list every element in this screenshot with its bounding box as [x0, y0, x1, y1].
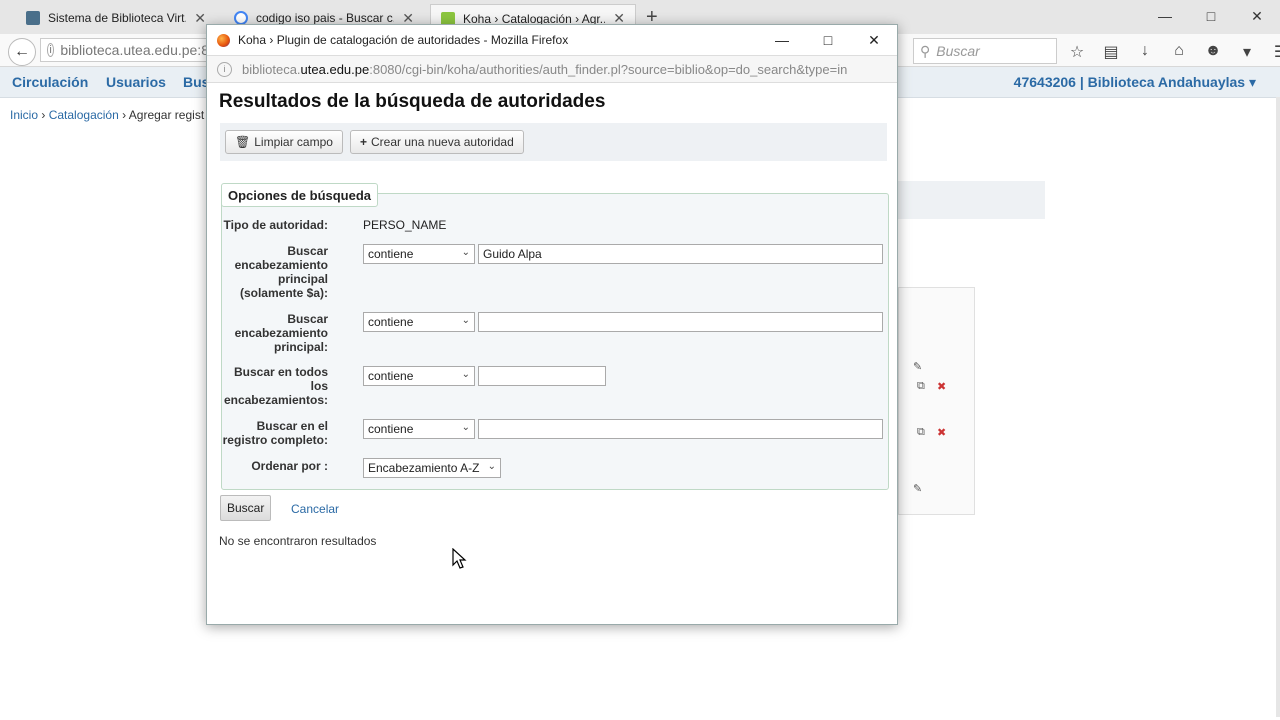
create-authority-button[interactable]: + Crear una nueva autoridad	[350, 130, 524, 154]
search-options-fieldset: Tipo de autoridad: PERSO_NAME Buscar enc…	[221, 193, 889, 490]
tab-title: Sistema de Biblioteca Virt...	[48, 11, 187, 25]
delete-icon[interactable]: ✖	[937, 426, 946, 439]
popup-url-prefix: biblioteca.	[242, 61, 301, 77]
main-heading-a-input[interactable]: Guido Alpa	[478, 244, 883, 264]
arrow-left-icon: ←	[14, 43, 30, 60]
pocket-icon[interactable]: ▾	[1236, 42, 1258, 62]
chevron-down-icon: ⌄	[461, 247, 470, 258]
close-icon[interactable]: ✕	[1234, 0, 1280, 32]
minimize-icon[interactable]: —	[1142, 0, 1188, 32]
close-icon[interactable]: ✕	[851, 32, 897, 49]
create-authority-label: Crear una nueva autoridad	[371, 135, 514, 149]
all-headings-input[interactable]	[478, 366, 606, 386]
authority-plugin-window: Koha › Plugin de catalogación de autorid…	[206, 24, 898, 625]
close-tab-icon[interactable]: ✕	[194, 10, 206, 27]
page-tab-strip	[898, 181, 1045, 219]
clear-field-label: Limpiar campo	[254, 135, 333, 149]
breadcrumb-inicio[interactable]: Inicio	[10, 108, 38, 122]
main-heading-a-label: Buscar encabezamiento principal (solamen…	[234, 244, 328, 300]
operator-value: contiene	[368, 315, 414, 329]
breadcrumb-separator: ›	[122, 108, 127, 122]
info-icon: i	[47, 43, 55, 57]
edit-icon[interactable]: ✎	[913, 360, 922, 373]
operator-value: contiene	[368, 247, 414, 261]
plus-icon: +	[360, 135, 368, 149]
no-results-message: No se encontraron resultados	[219, 534, 377, 548]
breadcrumb: Inicio › Catalogación › Agregar regist	[10, 108, 204, 122]
edit-icon[interactable]: ✎	[913, 482, 922, 495]
authority-type-value: PERSO_NAME	[363, 218, 447, 232]
chevron-down-icon: ⌄	[461, 422, 470, 433]
page-title: Resultados de la búsqueda de autoridades	[219, 91, 606, 112]
copy-icon[interactable]: ⧉	[917, 426, 925, 439]
clear-field-button[interactable]: 🗑 Limpiar campo	[225, 130, 343, 154]
operator-value: contiene	[368, 369, 414, 383]
main-heading-input[interactable]	[478, 312, 883, 332]
window-controls: — □ ✕	[1142, 0, 1280, 32]
page-form-fragment: ✎ ⧉ ✖ ⧉ ✖ ✎	[898, 287, 975, 515]
google-icon	[234, 11, 248, 25]
toolbar-icons: ☆ ▤ ↓ ⌂ ☻ ▾ ☰	[1066, 42, 1280, 62]
all-headings-operator[interactable]: contiene ⌄	[363, 366, 475, 386]
chevron-down-icon: ⌄	[461, 369, 470, 380]
user-branch-menu[interactable]: 47643206 | Biblioteca Andahuaylas ▾	[1014, 74, 1256, 91]
popup-window-title: Koha › Plugin de catalogación de autorid…	[238, 33, 569, 47]
back-button[interactable]: ←	[8, 38, 36, 66]
order-by-value: Encabezamiento A-Z	[368, 461, 480, 475]
page-scrollbar[interactable]	[1276, 97, 1280, 717]
popup-window-controls: — □ ✕	[759, 32, 897, 49]
url-text: biblioteca.utea.edu.pe:8	[60, 42, 209, 58]
menu-icon[interactable]: ☰	[1270, 42, 1280, 62]
popup-title-bar: Koha › Plugin de catalogación de autorid…	[207, 25, 897, 55]
main-heading-a-value: Guido Alpa	[483, 247, 542, 261]
main-heading-label: Buscar encabezamiento principal:	[234, 312, 328, 354]
chat-icon[interactable]: ☻	[1202, 42, 1224, 62]
chevron-down-icon: ⌄	[461, 315, 470, 326]
nav-circulacion[interactable]: Circulación	[12, 74, 88, 90]
firefox-icon	[217, 33, 230, 47]
search-placeholder: Buscar	[936, 43, 980, 59]
all-headings-label: Buscar en todos los encabezamientos:	[223, 365, 328, 407]
breadcrumb-separator: ›	[41, 108, 46, 122]
authority-type-label: Tipo de autoridad:	[223, 218, 328, 232]
popup-url-bar[interactable]: i biblioteca. utea.edu.pe:8080/cgi-bin/ko…	[207, 55, 897, 83]
full-record-input[interactable]	[478, 419, 883, 439]
maximize-icon[interactable]: □	[805, 32, 851, 49]
star-icon[interactable]: ☆	[1066, 42, 1088, 62]
minimize-icon[interactable]: —	[759, 32, 805, 49]
search-icon: ⚲	[920, 42, 931, 59]
popup-url-domain: utea.edu.pe	[300, 61, 370, 77]
search-input[interactable]: ⚲ Buscar	[913, 38, 1057, 64]
home-icon[interactable]: ⌂	[1168, 42, 1190, 62]
action-toolbar: 🗑 Limpiar campo + Crear una nueva autori…	[220, 123, 887, 161]
main-heading-a-operator[interactable]: contiene ⌄	[363, 244, 475, 264]
popup-url-path: :8080/cgi-bin/koha/authorities/auth_find…	[369, 61, 848, 77]
download-icon[interactable]: ↓	[1134, 42, 1156, 62]
url-bar[interactable]: i biblioteca.utea.edu.pe:8	[40, 38, 210, 62]
search-options-legend: Opciones de búsqueda	[221, 183, 379, 207]
search-button[interactable]: Buscar	[220, 495, 272, 521]
info-icon: i	[217, 61, 232, 77]
chevron-down-icon: ⌄	[487, 461, 496, 472]
full-record-label: Buscar en el registro completo:	[222, 419, 328, 447]
delete-icon[interactable]: ✖	[937, 380, 946, 393]
order-by-select[interactable]: Encabezamiento A-Z ⌄	[363, 458, 501, 478]
breadcrumb-current: Agregar regist	[128, 108, 205, 122]
reading-list-icon[interactable]: ▤	[1100, 42, 1122, 62]
breadcrumb-catalogacion[interactable]: Catalogación	[49, 108, 119, 122]
full-record-operator[interactable]: contiene ⌄	[363, 419, 475, 439]
nav-usuarios[interactable]: Usuarios	[106, 74, 166, 90]
cancel-link[interactable]: Cancelar	[291, 502, 339, 516]
tab-sistema-biblioteca[interactable]: Sistema de Biblioteca Virt... ✕	[16, 4, 216, 32]
maximize-icon[interactable]: □	[1188, 0, 1234, 32]
order-by-label: Ordenar por :	[251, 459, 328, 473]
operator-value: contiene	[368, 422, 414, 436]
shield-icon	[26, 11, 40, 25]
mouse-cursor-icon	[452, 548, 467, 569]
main-heading-operator[interactable]: contiene ⌄	[363, 312, 475, 332]
copy-icon[interactable]: ⧉	[917, 380, 925, 393]
tab-title: codigo iso pais - Buscar c...	[256, 11, 395, 25]
trash-icon: 🗑	[235, 135, 251, 149]
